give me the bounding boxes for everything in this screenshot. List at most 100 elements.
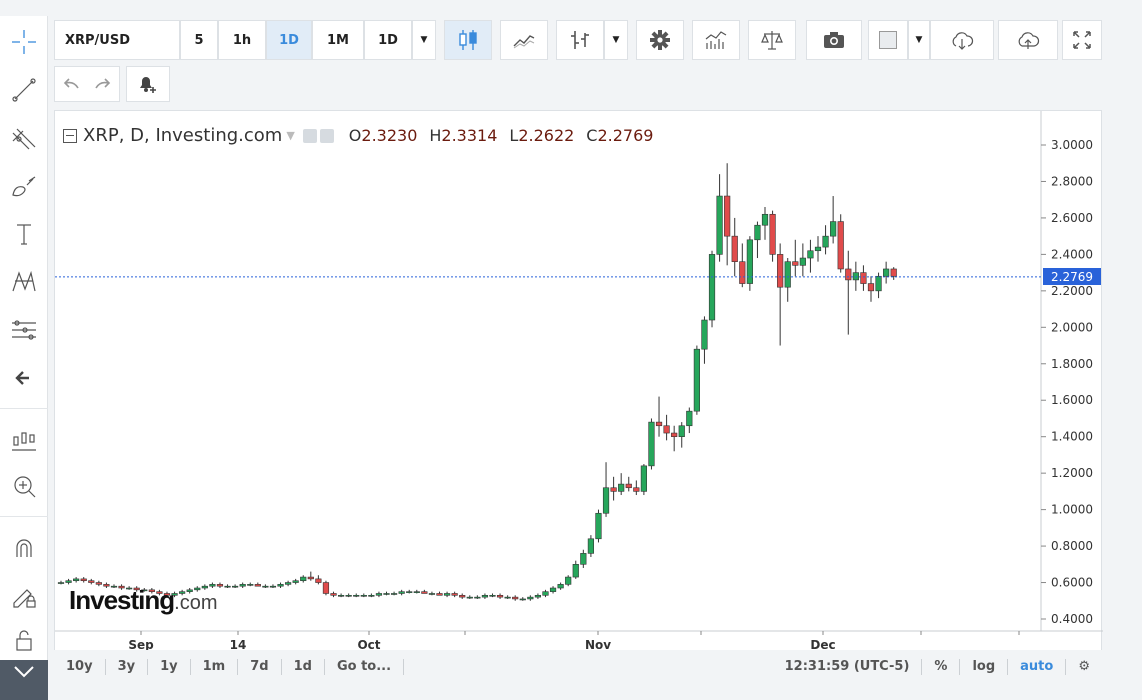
lock-drawing-icon[interactable] [0, 576, 48, 616]
pattern-icon[interactable] [0, 262, 48, 302]
candle-body [792, 261, 799, 266]
y-tick-label: 1.0000 [1051, 503, 1093, 517]
add-alert-button[interactable] [126, 66, 170, 102]
goto-date-button[interactable]: Go to... [325, 659, 405, 675]
y-tick-label: 2.2000 [1051, 284, 1093, 298]
symbol-search[interactable]: XRP/USD [54, 20, 180, 60]
chart-settings-gear-icon[interactable]: ⚙ [1066, 659, 1102, 675]
candle-body [678, 425, 685, 437]
compare-scales-icon[interactable] [748, 20, 796, 60]
settings-small-icon[interactable] [319, 128, 334, 143]
text-icon[interactable] [0, 214, 48, 254]
cloud-download-icon[interactable] [930, 20, 994, 60]
candle-body [883, 268, 890, 277]
candle-body [421, 591, 428, 594]
candle-body [731, 235, 738, 262]
range-10y[interactable]: 10y [54, 659, 106, 675]
brush-icon[interactable] [0, 166, 48, 206]
candle-body [686, 410, 693, 427]
zoom-in-icon[interactable] [0, 466, 48, 506]
candle-body [216, 584, 224, 587]
candle-body [640, 465, 647, 492]
range-3y[interactable]: 3y [106, 659, 149, 675]
candle-body [254, 584, 261, 587]
candles-icon[interactable] [444, 20, 492, 60]
candle-body [572, 564, 579, 578]
log-scale-button[interactable]: log [960, 659, 1009, 675]
candle-body [413, 591, 420, 593]
y-tick-label: 0.8000 [1051, 539, 1093, 553]
candle-body [428, 593, 436, 595]
ohlc-high: H2.3314 [429, 126, 498, 145]
candle-body [519, 598, 526, 601]
scale-controls: 12:31:59 (UTC-5) % log auto ⚙ [773, 650, 1102, 684]
chart-app: XRP/USD 5 1h 1D 1M 1D ▼ ▼ ▼ 3.0000 2.800… [0, 0, 1142, 700]
candle-body [724, 195, 731, 237]
candle-body [671, 432, 678, 437]
area-icon[interactable] [500, 20, 548, 60]
bars-icon[interactable] [556, 20, 604, 60]
indicators-icon[interactable] [692, 20, 740, 60]
candle-body [534, 594, 542, 598]
lock-icon[interactable] [0, 620, 48, 660]
range-7d[interactable]: 7d [238, 659, 282, 675]
candle-body [867, 283, 875, 292]
candle-body [330, 593, 337, 596]
collapse-legend-icon[interactable] [63, 128, 77, 143]
settings-gear-icon[interactable] [636, 20, 684, 60]
candle-body [860, 272, 867, 284]
back-arrow-icon[interactable] [0, 358, 48, 398]
candle-body [527, 596, 534, 600]
candle-body [360, 594, 367, 597]
caret-down-icon: ▼ [915, 35, 923, 45]
range-bar: 10y 3y 1y 1m 7d 1d Go to... 12:31:59 (UT… [54, 650, 1102, 684]
percent-scale-button[interactable]: % [922, 659, 961, 675]
y-tick-label: 1.4000 [1051, 430, 1093, 444]
candle-body [57, 582, 65, 584]
range-1m[interactable]: 1m [191, 659, 239, 675]
candle-body [625, 483, 632, 489]
candle-body [602, 487, 610, 514]
redo-button[interactable] [87, 67, 119, 101]
fib-tools-icon[interactable] [0, 118, 48, 158]
range-1y[interactable]: 1y [148, 659, 191, 675]
crosshair-icon[interactable] [0, 22, 48, 62]
price-chart[interactable]: 3.0000 2.8000 2.6000 2.4000 2.2000 2.0000 1.80… [55, 111, 1103, 657]
candle-body [777, 254, 784, 288]
caret-down-icon: ▼ [612, 35, 620, 45]
interval-1h[interactable]: 1h [218, 20, 266, 60]
candle-body [80, 578, 87, 582]
caret-down-icon[interactable]: ▼ [286, 129, 294, 142]
cloud-upload-icon[interactable] [998, 20, 1058, 60]
interval-5[interactable]: 5 [180, 20, 218, 60]
y-tick-label: 1.8000 [1051, 357, 1093, 371]
ohlc-open: O2.3230 [348, 126, 418, 145]
interval-1m[interactable]: 1M [312, 20, 364, 60]
eye-icon[interactable] [302, 128, 317, 143]
undo-button[interactable] [55, 67, 87, 101]
range-1d[interactable]: 1d [282, 659, 325, 675]
color-box-icon[interactable] [868, 20, 908, 60]
candle-body [247, 584, 254, 586]
measure-icon[interactable] [0, 310, 48, 350]
top-toolbar: XRP/USD 5 1h 1D 1M 1D ▼ ▼ ▼ [54, 20, 1102, 62]
color-caret[interactable]: ▼ [908, 20, 930, 60]
collapse-toolbar-button[interactable] [0, 660, 48, 700]
y-tick-label: 2.0000 [1051, 320, 1093, 334]
drawing-toolbar [0, 16, 48, 700]
candle-body [398, 591, 405, 594]
interval-caret[interactable]: ▼ [412, 20, 436, 60]
interval-1d[interactable]: 1D [266, 20, 312, 60]
auto-scale-button[interactable]: auto [1008, 659, 1067, 675]
candle-body [65, 580, 72, 583]
camera-icon[interactable] [806, 20, 862, 60]
interval-dropdown[interactable]: 1D [364, 20, 412, 60]
trend-line-icon[interactable] [0, 70, 48, 110]
indicators-icon[interactable] [0, 420, 48, 460]
fullscreen-icon[interactable] [1062, 20, 1102, 60]
magnet-icon[interactable] [0, 528, 48, 568]
chart-type-caret[interactable]: ▼ [604, 20, 628, 60]
chart-panel[interactable]: 3.0000 2.8000 2.6000 2.4000 2.2000 2.0000 1.80… [54, 110, 1103, 657]
clock-time[interactable]: 12:31:59 (UTC-5) [773, 659, 923, 675]
candle-body [73, 578, 80, 582]
